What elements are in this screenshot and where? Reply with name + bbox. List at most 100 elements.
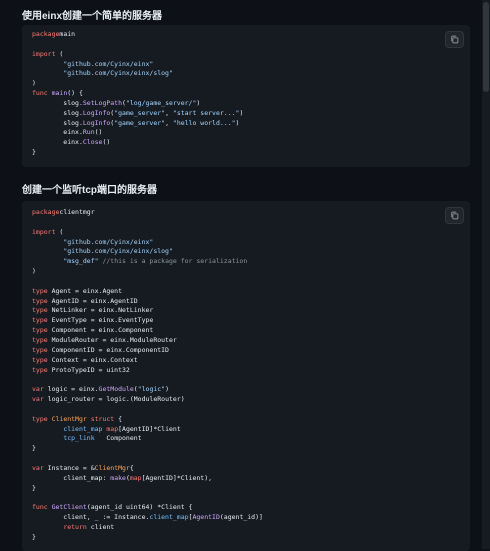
code-token: type [32,286,48,295]
code-token: Context = einx.Context [47,355,138,364]
code-token: func [32,503,48,512]
code-line: einx.Close() [32,138,243,148]
code-line: "github.com/Cyinx/einx/slog" [32,247,263,257]
code-token: client, _ := Instance. [32,513,150,522]
code-line: "github.com/Cyinx/einx/slog" [32,69,243,79]
code-token: [AgentID]*Client [118,424,181,433]
code-line: slog.LogInfo("game_server", "hello world… [32,119,243,129]
copy-icon [451,35,459,44]
code-line: return client [32,523,263,533]
code-token: { [129,463,134,472]
code-block-simple-server: packagemain import ( "github.com/Cyinx/e… [22,25,470,167]
code-token: ) [165,385,170,394]
code-token: "game_server" [114,118,166,127]
code-token: map [106,424,119,433]
code-token: type [32,326,48,335]
code-token: GetModule [98,385,134,394]
code-token: "hello world..." [172,118,236,127]
code-token: ClientMgr [94,463,130,472]
code-token: Run [82,128,95,137]
code-token: "logic" [137,385,166,394]
code-token: } [32,444,36,453]
scrollbar[interactable] [482,0,490,549]
code-token: LogInfo [82,118,111,127]
code-token: Instance = & [43,463,95,472]
code-token: type [32,414,48,423]
code-token: ProtoTypeID = uint32 [47,365,130,374]
scrollbar-thumb[interactable] [483,2,489,92]
code-token: struct [90,414,115,423]
code-token: slog. [32,118,83,127]
code-token: type [32,335,48,344]
code-line: import ( [32,228,263,238]
code-line: einx.Run() [32,128,243,138]
code-token: "msg_def" [63,257,99,266]
copy-button[interactable] [445,31,464,48]
copy-button[interactable] [445,207,464,224]
code-token: ModuleRouter = einx.ModuleRouter [47,335,177,344]
code-token: "github.com/Cyinx/einx/slog" [63,69,173,78]
code-token: einx. [32,138,83,147]
code-line: } [32,444,263,454]
code-line: client_map: make(map[AgentID]*Client), [32,474,263,484]
code-token: "github.com/Cyinx/einx" [63,59,154,68]
code-line: tcp_link Component [32,434,263,444]
code-token: EventType = einx.EventType [47,316,154,325]
code-token: ( [55,49,64,58]
code-token: package [32,30,60,38]
code-line: type ComponentID = einx.ComponentID [32,346,263,356]
code-token: client_map [149,513,189,522]
code-line: packageclientmgr [32,208,263,218]
code-line: type Component = einx.Component [32,326,263,336]
code-line: } [32,484,263,494]
code-token: logic = einx. [43,385,99,394]
code-token: type [32,345,48,354]
section-heading-simple-server: 使用einx创建一个简单的服务器 [22,11,163,22]
code-line: packagemain [32,30,243,40]
code-line: type Context = einx.Context [32,356,263,366]
code-token: import [32,49,56,58]
code-token: AgentID [192,513,220,522]
code-line: "github.com/Cyinx/einx" [32,60,243,70]
code-token: slog. [32,98,83,107]
code-token: main [59,30,76,38]
code-token: tcp_link [63,434,95,443]
code-token: { [114,414,123,423]
code-token: func [32,89,48,98]
code-token: package [32,208,60,216]
code-token: Component = einx.Component [47,326,154,335]
code-block-tcp-server: packageclientmgr import ( "github.com/Cy… [22,201,470,551]
code-token: NetLinker = einx.NetLinker [47,306,154,315]
code-token: main [51,89,68,98]
code-token: "game_server" [114,108,166,117]
code-token: var [32,385,44,394]
code-token: slog. [32,108,83,117]
code-token: ) [32,79,36,88]
code-line: type ClientMgr struct { [32,415,263,425]
code-token: ) [235,118,240,127]
code-token: import [32,227,56,236]
code-token: client [86,523,115,531]
code-token: make [110,473,126,482]
code-token: [AgentID]*Client), [141,473,213,482]
code-token: client_map: [32,473,111,482]
code-token: einx. [32,128,83,137]
code-line: client_map map[AgentID]*Client [32,425,263,435]
code-token: GetClient [51,503,87,512]
code-line: ) [32,79,243,89]
code-token: "start server..." [172,108,240,117]
code-token: } [32,148,36,157]
code-token: Component [94,434,142,443]
code-line: var Instance = &ClientMgr{ [32,464,263,474]
code-line: type Agent = einx.Agent [32,287,263,297]
code-token: } [32,483,36,492]
